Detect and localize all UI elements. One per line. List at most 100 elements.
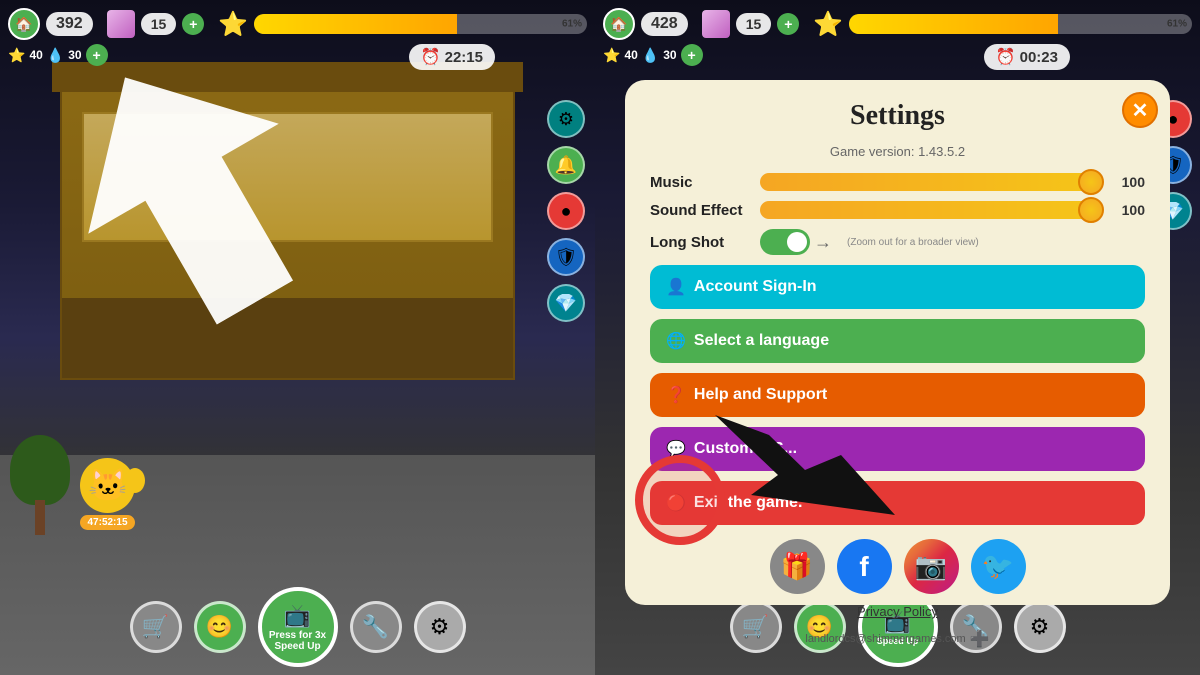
sound-value: 100 bbox=[1110, 202, 1145, 218]
hud-top-right: 🏠 428 15 + ⭐ 61% bbox=[603, 8, 1192, 40]
shield-icon-left[interactable]: 🛡 bbox=[547, 238, 585, 276]
help-icon: ❓ bbox=[666, 385, 686, 405]
sub-star-icon-left: ⭐ bbox=[8, 47, 25, 64]
timer-text-left: 22:15 bbox=[445, 49, 483, 66]
sub-stars-right: 40 bbox=[624, 48, 637, 62]
account-icon: 👤 bbox=[666, 277, 686, 297]
hud-sub-right: ⭐ 40 💧 30 + bbox=[603, 44, 703, 66]
extra-icon-left[interactable]: 💎 bbox=[547, 284, 585, 322]
black-arrow-pointer bbox=[695, 395, 895, 515]
long-shot-row: Long Shot → (Zoom out for a broader view… bbox=[650, 229, 1145, 255]
xp-bar-left: 61% bbox=[254, 14, 587, 34]
cat-body: 🐱 bbox=[80, 458, 135, 513]
star-icon-left: ⭐ bbox=[218, 10, 248, 39]
notification-icon-left[interactable]: 🔔 bbox=[547, 146, 585, 184]
hud-sub-left: ⭐ 40 💧 30 + bbox=[8, 44, 108, 66]
coins-counter-right: 428 bbox=[641, 12, 688, 36]
sub-water-icon-right: 💧 bbox=[642, 47, 659, 64]
music-row: Music 100 bbox=[650, 173, 1145, 191]
settings-close-button[interactable]: ✕ bbox=[1122, 92, 1158, 128]
right-panel: 🏠 428 15 + ⭐ 61% ⭐ 40 💧 30 + ⏰ 00:23 ● 🛡… bbox=[595, 0, 1200, 675]
sound-slider-knob[interactable] bbox=[1078, 197, 1104, 223]
xp-bar-right: 61% bbox=[849, 14, 1192, 34]
timer-right: ⏰ 00:23 bbox=[984, 44, 1070, 70]
add-resources-right[interactable]: + bbox=[681, 44, 703, 66]
gem-icon-right bbox=[702, 10, 730, 38]
settings-version: Game version: 1.43.5.2 bbox=[650, 144, 1145, 159]
left-panel: 🏠 392 15 + ⭐ 61% ⭐ 40 💧 30 + ⏰ 22:15 ⚙ 🔔… bbox=[0, 0, 595, 675]
game-icon-left: 🏠 bbox=[8, 8, 40, 40]
social-row: 🎁 f 📷 🐦 bbox=[650, 539, 1145, 594]
language-icon: 🌐 bbox=[666, 331, 686, 351]
sound-slider[interactable] bbox=[760, 201, 1100, 219]
wrench-button-left[interactable]: 🔧 bbox=[350, 601, 402, 653]
sub-water-right: 30 bbox=[663, 48, 676, 62]
right-icons-left: ⚙ 🔔 ● 🛡 💎 bbox=[547, 100, 585, 322]
add-gems-button-left[interactable]: + bbox=[182, 13, 204, 35]
long-shot-sub: (Zoom out for a broader view) bbox=[847, 237, 979, 248]
email-text: landlordcs@shimmergames.com bbox=[805, 633, 965, 645]
select-language-button[interactable]: 🌐 Select a language bbox=[650, 319, 1145, 363]
tree-foliage bbox=[10, 435, 70, 505]
xp-text-right: 61% bbox=[1167, 19, 1187, 30]
toggle-arrow-icon: → bbox=[814, 232, 832, 253]
xp-fill-right bbox=[849, 14, 1058, 34]
game-icon-right: 🏠 bbox=[603, 8, 635, 40]
music-slider[interactable] bbox=[760, 173, 1100, 191]
cat-face: 🐱 bbox=[88, 466, 128, 504]
cat-character: 🐱 47:52:15 bbox=[80, 458, 135, 530]
long-shot-toggle[interactable]: → bbox=[760, 229, 832, 255]
toggle-switch[interactable] bbox=[760, 229, 810, 255]
music-slider-knob[interactable] bbox=[1078, 169, 1104, 195]
account-signin-button[interactable]: 👤 Account Sign-In bbox=[650, 265, 1145, 309]
speed-up-line1: Press for 3x bbox=[269, 630, 326, 641]
twitter-button[interactable]: 🐦 bbox=[971, 539, 1026, 594]
email-add-icon: ➕ bbox=[970, 629, 990, 649]
settings-icon-left[interactable]: ⚙ bbox=[547, 100, 585, 138]
hud-top-left: 🏠 392 15 + ⭐ 61% bbox=[8, 8, 587, 40]
tv-icon: 📺 bbox=[284, 603, 311, 629]
tree bbox=[10, 435, 70, 535]
long-shot-label: Long Shot bbox=[650, 234, 750, 251]
circle-icon-left[interactable]: ● bbox=[547, 192, 585, 230]
music-label: Music bbox=[650, 174, 750, 191]
xp-text-left: 61% bbox=[562, 19, 582, 30]
sub-stars-left: 40 bbox=[29, 48, 42, 62]
gear-button-left[interactable]: ⚙ bbox=[414, 601, 466, 653]
gems-counter-right: 15 bbox=[736, 13, 772, 35]
speed-up-line2: Speed Up bbox=[274, 641, 320, 652]
coins-counter-left: 392 bbox=[46, 12, 93, 36]
sound-row: Sound Effect 100 bbox=[650, 201, 1145, 219]
black-arrow-shape bbox=[715, 415, 895, 515]
tree-trunk bbox=[35, 500, 45, 535]
sub-water-icon-left: 💧 bbox=[47, 47, 64, 64]
language-label: Select a language bbox=[694, 332, 829, 350]
sound-label: Sound Effect bbox=[650, 202, 750, 219]
add-resources-left[interactable]: + bbox=[86, 44, 108, 66]
sub-star-icon-right: ⭐ bbox=[603, 47, 620, 64]
building-floor bbox=[62, 298, 513, 378]
instagram-button[interactable]: 📷 bbox=[904, 539, 959, 594]
timer-left: ⏰ 22:15 bbox=[409, 44, 495, 70]
gems-counter-left: 15 bbox=[141, 13, 177, 35]
star-icon-right: ⭐ bbox=[813, 10, 843, 39]
timer-text-right: 00:23 bbox=[1020, 49, 1058, 66]
timer-icon-left: ⏰ bbox=[421, 47, 441, 67]
account-label: Account Sign-In bbox=[694, 278, 817, 296]
cat-timer-label: 47:52:15 bbox=[80, 515, 135, 530]
email-row: landlordcs@shimmergames.com ➕ bbox=[650, 629, 1145, 649]
privacy-policy-link[interactable]: Privacy Policy bbox=[650, 604, 1145, 619]
music-value: 100 bbox=[1110, 174, 1145, 190]
sub-water-left: 30 bbox=[68, 48, 81, 62]
facebook-button[interactable]: f bbox=[837, 539, 892, 594]
gift-button[interactable]: 🎁 bbox=[770, 539, 825, 594]
speed-up-button[interactable]: 📺 Press for 3x Speed Up bbox=[258, 587, 338, 667]
emoji-button-left[interactable]: 😊 bbox=[194, 601, 246, 653]
gem-icon-left bbox=[107, 10, 135, 38]
bottom-hud-left: 🛒 😊 📺 Press for 3x Speed Up 🔧 ⚙ bbox=[0, 587, 595, 667]
cart-button-left[interactable]: 🛒 bbox=[130, 601, 182, 653]
xp-fill-left bbox=[254, 14, 457, 34]
cat-paw bbox=[125, 468, 145, 493]
settings-title: Settings bbox=[650, 100, 1145, 132]
add-gems-button-right[interactable]: + bbox=[777, 13, 799, 35]
